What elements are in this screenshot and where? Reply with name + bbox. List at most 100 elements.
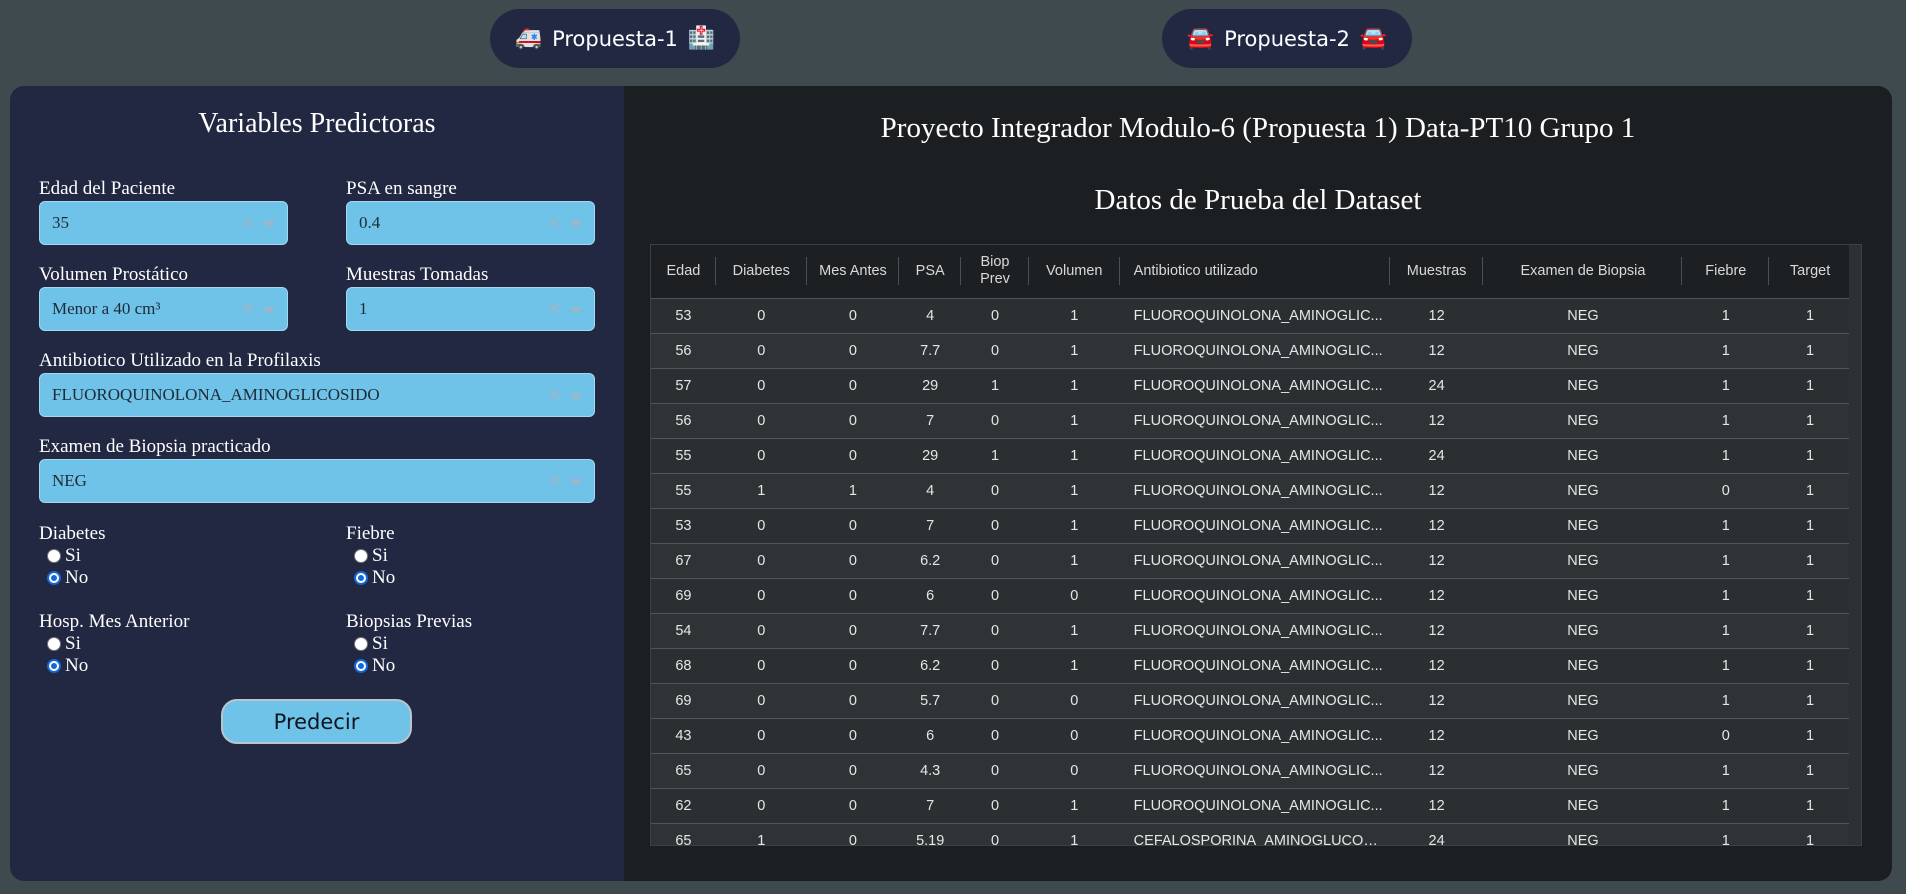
table-cell: 0 (1721, 482, 1730, 499)
table-cell: 1 (1070, 307, 1079, 324)
table-cell: 0 (757, 657, 766, 674)
predict-button[interactable]: Predecir (221, 699, 412, 744)
column-header[interactable]: Biop Prev (961, 245, 1029, 298)
tab-propuesta-2[interactable]: 🚘 Propuesta-2 🚘 (1162, 9, 1412, 68)
table-cell: 0 (757, 622, 766, 639)
table-row[interactable]: 68 0 0 6.2 0 1 FLUOROQUINOLONA_AMINOGLIC... 12 N… (651, 648, 1851, 683)
table-cell: 0 (757, 447, 766, 464)
table-cell: 0 (1070, 727, 1079, 744)
table-row[interactable]: 53 0 0 7 0 1 FLUOROQUINOLONA_AMINOGLIC... 12 NEG… (651, 508, 1851, 543)
table-cell: 56 (675, 412, 692, 429)
chevron-down-icon[interactable] (570, 479, 582, 486)
hosp-si-option[interactable]: Si (47, 633, 189, 655)
table-row[interactable]: 54 0 0 7.7 0 1 FLUOROQUINOLONA_AMINOGLIC... 12 N… (651, 613, 1851, 648)
field-label: Antibiotico Utilizado en la Profilaxis (39, 350, 321, 371)
hosp-no-option[interactable]: No (47, 655, 189, 677)
table-cell: 1 (1806, 482, 1815, 499)
table-cell: NEG (1567, 412, 1599, 429)
table-row[interactable]: 62 0 0 7 0 1 FLUOROQUINOLONA_AMINOGLIC... 12 NEG… (651, 788, 1851, 823)
chevron-down-icon[interactable] (263, 221, 275, 228)
clear-icon[interactable]: × (547, 298, 562, 319)
table-cell: FLUOROQUINOLONA_AMINOGLIC... (1133, 797, 1383, 814)
radio-button[interactable] (47, 659, 61, 673)
column-header[interactable]: Examen de Biopsia (1483, 245, 1683, 298)
table-cell: NEG (1567, 447, 1599, 464)
table-row[interactable]: 56 0 0 7 0 1 FLUOROQUINOLONA_AMINOGLIC... 12 NEG… (651, 403, 1851, 438)
table-row[interactable]: 69 0 0 6 0 0 FLUOROQUINOLONA_AMINOGLIC... 12 NEG… (651, 578, 1851, 613)
table-row[interactable]: 56 0 0 7.7 0 1 FLUOROQUINOLONA_AMINOGLIC... 12 N… (651, 333, 1851, 368)
column-header[interactable]: Volumen (1029, 245, 1120, 298)
tab-propuesta-1[interactable]: 🚑 Propuesta-1 🏥 (490, 9, 740, 68)
clear-icon[interactable]: × (547, 212, 562, 233)
table-cell: 0 (990, 727, 1000, 744)
table-cell: NEG (1567, 692, 1599, 709)
table-row[interactable]: 69 0 0 5.7 0 0 FLUOROQUINOLONA_AMINOGLIC... 12 N… (651, 683, 1851, 718)
diabetes-group: Diabetes Si No (39, 523, 105, 589)
table-cell: 0 (757, 307, 766, 324)
radio-button[interactable] (47, 637, 61, 651)
table-cell: 0 (990, 832, 1000, 846)
data-table-container[interactable]: Edad Diabetes Mes Antes PSA Biop Prev Volumen… (650, 244, 1862, 846)
table-row[interactable]: 55 1 1 4 0 1 FLUOROQUINOLONA_AMINOGLIC... 12 NEG… (651, 473, 1851, 508)
table-cell: 0 (757, 587, 766, 604)
column-header[interactable]: Fiebre (1682, 245, 1769, 298)
table-cell: 0 (757, 342, 766, 359)
table-cell: 0 (848, 447, 857, 464)
clear-icon[interactable]: × (547, 384, 562, 405)
volumen-select[interactable]: Menor a 40 cm³ × (39, 287, 288, 331)
table-row[interactable]: 57 0 0 29 1 1 FLUOROQUINOLONA_AMINOGLIC... 24 NE… (651, 368, 1851, 403)
radio-button[interactable] (354, 659, 368, 673)
column-header[interactable]: Target (1769, 245, 1851, 298)
psa-select[interactable]: 0.4 × (346, 201, 595, 245)
fiebre-no-option[interactable]: No (354, 567, 395, 589)
chevron-down-icon[interactable] (570, 307, 582, 314)
chevron-down-icon[interactable] (570, 393, 582, 400)
scrollbar[interactable] (1849, 245, 1861, 845)
radio-button[interactable] (354, 549, 368, 563)
select-value: NEG (52, 471, 87, 490)
dataset-panel: Proyecto Integrador Modulo-6 (Propuesta … (624, 86, 1892, 881)
edad-select[interactable]: 35 × (39, 201, 288, 245)
table-row[interactable]: 43 0 0 6 0 0 FLUOROQUINOLONA_AMINOGLIC... 12 NEG… (651, 718, 1851, 753)
clear-icon[interactable]: × (240, 298, 255, 319)
table-cell: 1 (1806, 657, 1815, 674)
radio-button[interactable] (354, 637, 368, 651)
biopsias-previas-no-option[interactable]: No (354, 655, 472, 677)
table-row[interactable]: 65 0 0 4.3 0 0 FLUOROQUINOLONA_AMINOGLIC... 12 N… (651, 753, 1851, 788)
table-row[interactable]: 55 0 0 29 1 1 FLUOROQUINOLONA_AMINOGLIC... 24 NE… (651, 438, 1851, 473)
table-cell: 1 (1721, 552, 1730, 569)
radio-button[interactable] (47, 549, 61, 563)
column-header[interactable]: Edad (651, 245, 716, 298)
table-row[interactable]: 53 0 0 4 0 1 FLUOROQUINOLONA_AMINOGLIC... 12 NEG… (651, 298, 1851, 333)
tab-label: Propuesta-1 (552, 26, 678, 51)
table-cell: NEG (1567, 342, 1599, 359)
table-cell: 0 (990, 552, 1000, 569)
diabetes-si-option[interactable]: Si (47, 545, 105, 567)
chevron-down-icon[interactable] (263, 307, 275, 314)
antibiotico-select[interactable]: FLUOROQUINOLONA_AMINOGLICOSIDO × (39, 373, 595, 417)
field-label: Examen de Biopsia practicado (39, 436, 271, 457)
option-label: Si (372, 633, 388, 654)
table-title: Datos de Prueba del Dataset (1094, 184, 1422, 216)
muestras-select[interactable]: 1 × (346, 287, 595, 331)
column-header[interactable]: Diabetes (716, 245, 807, 298)
table-row[interactable]: 67 0 0 6.2 0 1 FLUOROQUINOLONA_AMINOGLIC... 12 N… (651, 543, 1851, 578)
diabetes-no-option[interactable]: No (47, 567, 105, 589)
column-header[interactable]: PSA (899, 245, 961, 298)
biopsia-select[interactable]: NEG × (39, 459, 595, 503)
chevron-down-icon[interactable] (570, 221, 582, 228)
table-row[interactable]: 65 1 0 5.19 0 1 CEFALOSPORINA_AMINOGLUCOCI... 2… (651, 823, 1851, 846)
table-cell: NEG (1567, 622, 1599, 639)
table-cell: 24 (1428, 447, 1445, 464)
clear-icon[interactable]: × (547, 470, 562, 491)
table-body: 53 0 0 4 0 1 FLUOROQUINOLONA_AMINOGLIC... 12 NEG… (651, 298, 1851, 846)
column-header[interactable]: Muestras (1390, 245, 1484, 298)
column-header[interactable]: Mes Antes (807, 245, 900, 298)
clear-icon[interactable]: × (240, 212, 255, 233)
fiebre-si-option[interactable]: Si (354, 545, 395, 567)
table-cell: 1 (1806, 692, 1815, 709)
radio-button[interactable] (354, 571, 368, 585)
biopsias-previas-si-option[interactable]: Si (354, 633, 472, 655)
column-header[interactable]: Antibiotico utilizado (1120, 245, 1390, 298)
radio-button[interactable] (47, 571, 61, 585)
